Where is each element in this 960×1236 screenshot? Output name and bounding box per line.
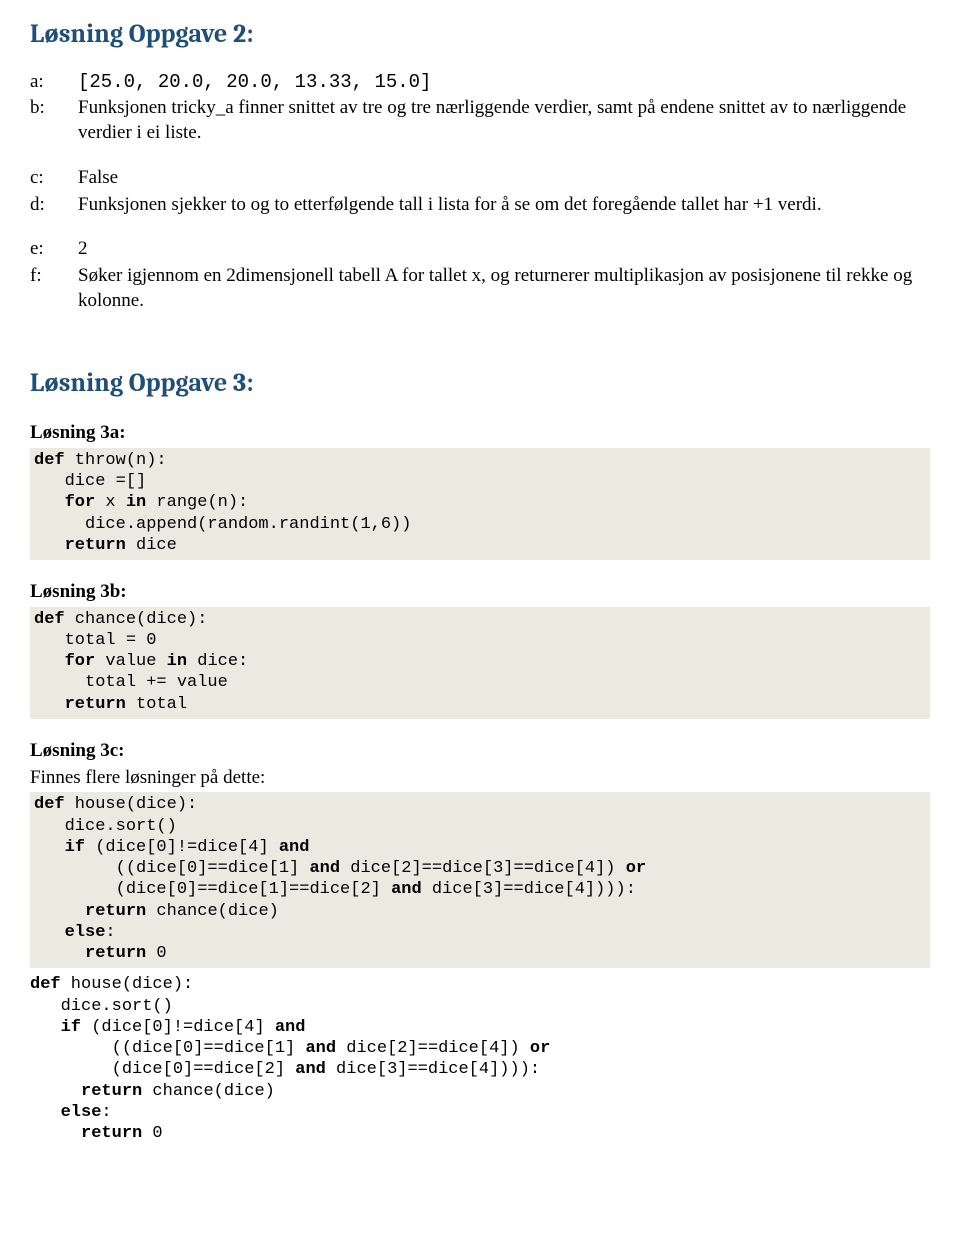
item-d-label: d: [30,193,78,218]
item-c: c: False [30,166,930,191]
subheading-3b: Løsning 3b: [30,580,930,605]
item-e-text: 2 [78,237,930,262]
subheading-3c: Løsning 3c: [30,739,930,764]
item-f-label: f: [30,264,78,313]
code-block-3c-2: def house(dice): dice.sort() if (dice[0]… [30,972,930,1144]
item-f: f: Søker igjennom en 2dimensjonell tabel… [30,264,930,313]
heading-oppgave-2: Løsning Oppgave 2: [30,18,930,52]
item-b-text: Funksjonen tricky_a finner snittet av tr… [78,96,930,145]
code-block-3b: def chance(dice): total = 0 for value in… [30,607,930,719]
item-a: a: [25.0, 20.0, 20.0, 13.33, 15.0] [30,70,930,95]
item-a-text: [25.0, 20.0, 20.0, 13.33, 15.0] [78,70,930,95]
item-a-label: a: [30,70,78,95]
code-block-3a: def throw(n): dice =[] for x in range(n)… [30,448,930,560]
item-e: e: 2 [30,237,930,262]
code-block-3c-1: def house(dice): dice.sort() if (dice[0]… [30,792,930,968]
item-d: d: Funksjonen sjekker to og to etterfølg… [30,193,930,218]
item-b: b: Funksjonen tricky_a finner snittet av… [30,96,930,145]
item-e-label: e: [30,237,78,262]
item-c-text: False [78,166,930,191]
item-b-label: b: [30,96,78,145]
heading-oppgave-3: Løsning Oppgave 3: [30,367,930,401]
item-f-text: Søker igjennom en 2dimensjonell tabell A… [78,264,930,313]
item-d-text: Funksjonen sjekker to og to etterfølgend… [78,193,930,218]
note-3c: Finnes flere løsninger på dette: [30,766,930,791]
item-c-label: c: [30,166,78,191]
subheading-3a: Løsning 3a: [30,421,930,446]
